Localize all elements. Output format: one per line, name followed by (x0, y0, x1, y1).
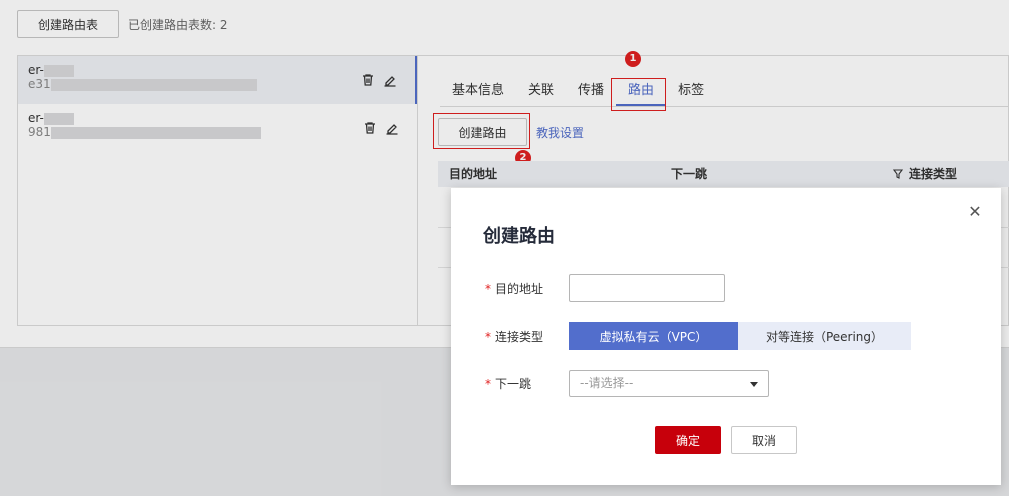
chevron-down-icon (750, 382, 758, 387)
dialog-title: 创建路由 (483, 226, 555, 247)
required-mark: * (485, 377, 491, 391)
dest-address-label: * 目的地址 (485, 280, 569, 297)
connection-type-toggle: 虚拟私有云（VPC） 对等连接（Peering） (569, 322, 911, 350)
next-hop-select[interactable]: --请选择-- (569, 370, 769, 397)
next-hop-label: * 下一跳 (485, 375, 569, 392)
dest-address-row: * 目的地址 (485, 274, 725, 302)
connection-type-peering[interactable]: 对等连接（Peering） (738, 322, 911, 350)
next-hop-row: * 下一跳 --请选择-- (485, 370, 769, 397)
next-hop-label-text: 下一跳 (495, 377, 532, 391)
next-hop-placeholder: --请选择-- (580, 376, 634, 390)
required-mark: * (485, 281, 491, 296)
cancel-button[interactable]: 取消 (731, 426, 797, 454)
connection-type-row: * 连接类型 虚拟私有云（VPC） 对等连接（Peering） (485, 322, 911, 350)
connection-type-label: * 连接类型 (485, 328, 569, 345)
confirm-button[interactable]: 确定 (655, 426, 721, 454)
dest-address-input[interactable] (569, 274, 725, 302)
dest-address-label-text: 目的地址 (495, 281, 544, 296)
connection-type-vpc[interactable]: 虚拟私有云（VPC） (569, 322, 738, 350)
required-mark: * (485, 329, 491, 344)
connection-type-label-text: 连接类型 (495, 329, 544, 344)
close-icon[interactable]: ✕ (967, 204, 983, 220)
create-route-dialog: 创建路由 ✕ * 目的地址 * 连接类型 虚拟私有云（VPC） 对等连接（Peeri… (451, 188, 1001, 485)
